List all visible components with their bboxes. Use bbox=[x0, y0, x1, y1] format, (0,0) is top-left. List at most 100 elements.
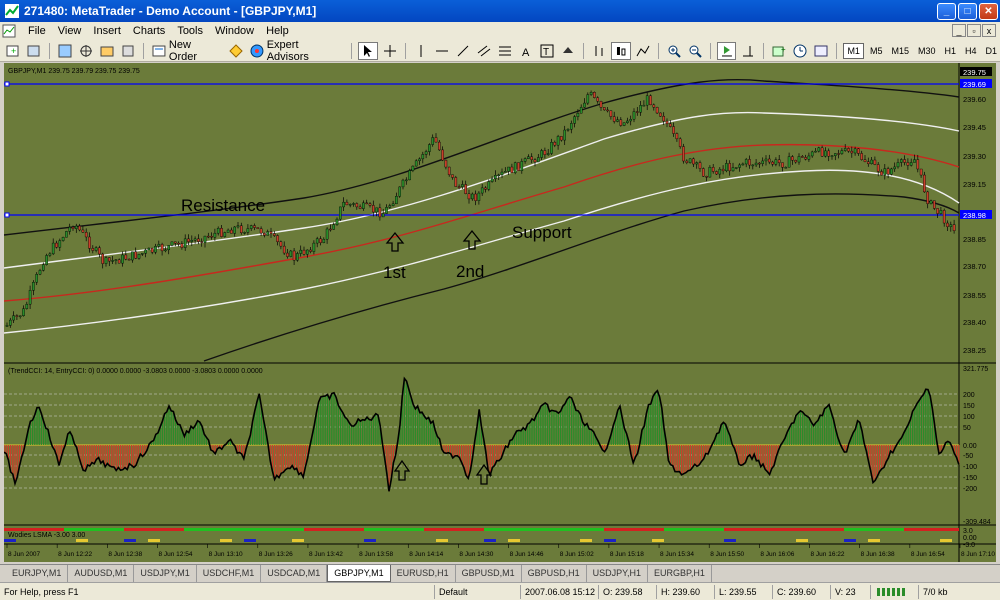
candle-body bbox=[411, 165, 415, 171]
candle-body bbox=[705, 176, 708, 178]
cursor-tool-button[interactable] bbox=[357, 41, 378, 60]
zoom-out-button[interactable] bbox=[686, 42, 704, 60]
candle-body bbox=[807, 155, 811, 160]
candlesticks-button[interactable] bbox=[610, 41, 631, 60]
candle-body bbox=[774, 159, 778, 165]
bar-chart-button[interactable] bbox=[590, 42, 608, 60]
candle-body bbox=[464, 184, 468, 194]
candle-body bbox=[32, 282, 35, 291]
chart-tab[interactable]: GBPUSD,M1 bbox=[456, 565, 522, 582]
menu-insert[interactable]: Insert bbox=[87, 25, 127, 37]
timeframe-m15[interactable]: M15 bbox=[888, 43, 912, 59]
minimize-button[interactable]: _ bbox=[937, 2, 956, 20]
mdi-minimize-button[interactable]: _ bbox=[952, 24, 966, 37]
timeframe-m5[interactable]: M5 bbox=[867, 43, 886, 59]
chart-tab[interactable]: USDJPY,M1 bbox=[134, 565, 197, 582]
line-chart-icon bbox=[636, 45, 649, 56]
candle-body bbox=[537, 157, 540, 163]
metaeditor-button[interactable] bbox=[227, 42, 245, 60]
expert-advisors-button[interactable]: Expert Advisors bbox=[248, 39, 345, 63]
new-chart-button[interactable]: + bbox=[4, 42, 22, 60]
line-chart-button[interactable] bbox=[634, 42, 652, 60]
chart-tab[interactable]: USDCAD,M1 bbox=[261, 565, 328, 582]
timeframe-h1[interactable]: H1 bbox=[942, 43, 960, 59]
candle-body bbox=[5, 325, 9, 327]
crosshair-icon bbox=[383, 44, 396, 57]
vertical-line-button[interactable] bbox=[412, 42, 430, 60]
chart-shift-button[interactable] bbox=[739, 42, 757, 60]
chart-tab[interactable]: EURGBP,H1 bbox=[648, 565, 712, 582]
fibonacci-button[interactable] bbox=[496, 42, 514, 60]
menu-tools[interactable]: Tools bbox=[171, 25, 209, 37]
line-handle[interactable] bbox=[4, 81, 10, 87]
arrows-icon bbox=[562, 46, 573, 53]
chart-window[interactable]: GBPJPY,M1 239.75 239.79 239.75 239.75 Re… bbox=[4, 63, 996, 562]
candle-body bbox=[164, 249, 167, 252]
candle-body bbox=[286, 252, 289, 257]
candle-body bbox=[107, 257, 111, 262]
chart-tab[interactable]: GBPUSD,H1 bbox=[522, 565, 587, 582]
menu-help[interactable]: Help bbox=[260, 25, 295, 37]
candle-body bbox=[424, 151, 428, 155]
chart-canvas[interactable]: GBPJPY,M1 239.75 239.79 239.75 239.75 Re… bbox=[4, 63, 996, 562]
candle-body bbox=[794, 159, 797, 163]
candle-body bbox=[890, 168, 893, 175]
trendline-button[interactable] bbox=[454, 42, 472, 60]
horizontal-line-button[interactable] bbox=[433, 42, 451, 60]
candle-body bbox=[269, 231, 273, 234]
candle-body bbox=[576, 113, 580, 117]
maximize-button[interactable]: □ bbox=[958, 2, 977, 20]
close-button[interactable]: ✕ bbox=[979, 2, 998, 20]
chart-tab[interactable]: AUDUSD,M1 bbox=[68, 565, 135, 582]
terminal-button[interactable] bbox=[98, 42, 116, 60]
zoom-in-button[interactable] bbox=[665, 42, 683, 60]
text-label-button[interactable]: T bbox=[538, 42, 556, 60]
arrows-button[interactable] bbox=[559, 42, 577, 60]
text-button[interactable]: A bbox=[517, 42, 535, 60]
templates-button[interactable] bbox=[812, 42, 830, 60]
candle-body bbox=[504, 171, 507, 173]
candle-body bbox=[243, 232, 246, 234]
menu-charts[interactable]: Charts bbox=[127, 25, 171, 37]
status-high: H: 239.60 bbox=[656, 584, 714, 599]
status-profile[interactable]: Default bbox=[434, 584, 520, 599]
menu-view[interactable]: View bbox=[52, 25, 88, 37]
tester-button[interactable] bbox=[119, 42, 137, 60]
periods-button[interactable] bbox=[791, 42, 809, 60]
woodies-segment bbox=[424, 528, 484, 531]
crosshair-button[interactable] bbox=[381, 42, 399, 60]
market-watch-button[interactable] bbox=[56, 42, 74, 60]
auto-scroll-button[interactable] bbox=[716, 41, 737, 60]
channel-button[interactable] bbox=[475, 42, 493, 60]
menu-window[interactable]: Window bbox=[209, 25, 260, 37]
candle-body bbox=[612, 116, 616, 122]
line-handle[interactable] bbox=[4, 212, 10, 218]
candle-body bbox=[923, 174, 926, 193]
chart-tab[interactable]: EURUSD,H1 bbox=[391, 565, 456, 582]
chart-tab[interactable]: USDCHF,M1 bbox=[197, 565, 262, 582]
timeframe-d1[interactable]: D1 bbox=[983, 43, 1000, 59]
mdi-restore-button[interactable]: ▫ bbox=[967, 24, 981, 37]
chart-document-icon[interactable] bbox=[2, 24, 16, 38]
candle-body bbox=[659, 112, 662, 117]
navigator-button[interactable] bbox=[77, 42, 95, 60]
candle-body bbox=[315, 238, 319, 244]
candle-body bbox=[418, 158, 421, 162]
indicators-button[interactable]: + bbox=[770, 42, 788, 60]
candle-body bbox=[791, 156, 794, 161]
candle-body bbox=[98, 247, 101, 255]
first-annotation: 1st bbox=[383, 263, 406, 282]
chart-tab[interactable]: GBPJPY,M1 bbox=[327, 565, 391, 582]
woodies-axis-top: 3.0 bbox=[963, 528, 973, 535]
chart-tab[interactable]: USDJPY,H1 bbox=[587, 565, 649, 582]
timeframe-m30[interactable]: M30 bbox=[915, 43, 939, 59]
mdi-close-button[interactable]: x bbox=[982, 24, 996, 37]
profiles-button[interactable] bbox=[25, 42, 43, 60]
chart-tab[interactable]: EURJPY,M1 bbox=[6, 565, 69, 582]
timeframe-h4[interactable]: H4 bbox=[962, 43, 980, 59]
candle-body bbox=[312, 242, 316, 252]
timeframe-m1[interactable]: M1 bbox=[843, 42, 864, 59]
menu-file[interactable]: File bbox=[22, 25, 52, 37]
candle-body bbox=[655, 107, 659, 114]
new-order-button[interactable]: New Order bbox=[150, 39, 224, 63]
